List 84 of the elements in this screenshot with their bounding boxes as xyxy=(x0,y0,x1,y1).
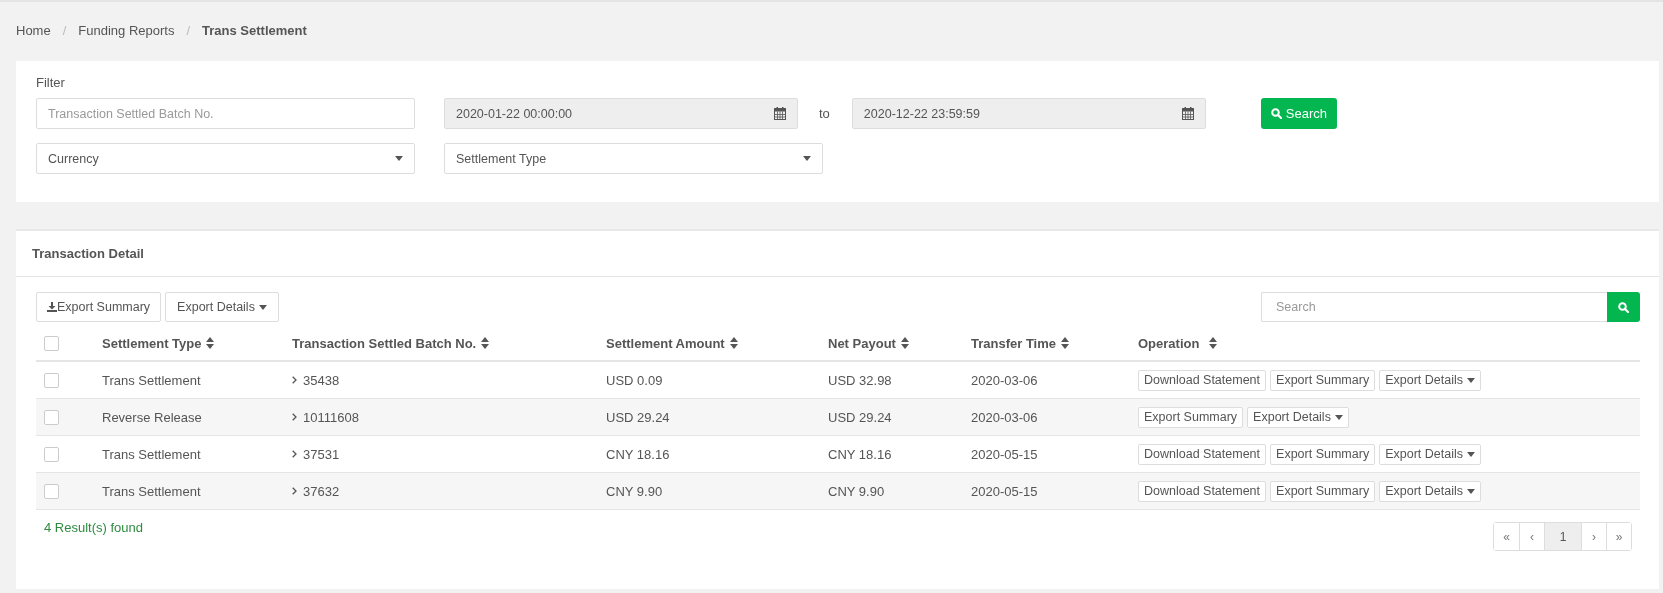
sort-icon xyxy=(481,336,490,349)
operation-dropdown[interactable]: Export Details xyxy=(1379,480,1481,502)
table-cell: Trans Settlement xyxy=(102,446,201,462)
table-cell: Reverse Release xyxy=(102,409,202,425)
operation-button[interactable]: Download Statement xyxy=(1138,369,1267,391)
to-label: to xyxy=(819,106,830,121)
batch-number-field[interactable]: Transaction Settled Batch No. xyxy=(36,98,415,129)
search-icon xyxy=(1618,301,1629,313)
breadcrumb-separator: / xyxy=(62,23,67,38)
table-cell: 35438 xyxy=(303,372,340,388)
table-cell: USD 32.98 xyxy=(828,372,892,388)
row-checkbox[interactable] xyxy=(44,447,59,463)
breadcrumb-link[interactable]: Funding Reports xyxy=(78,23,175,38)
caret-icon xyxy=(1466,488,1475,494)
export-summary-button[interactable]: Export Summary xyxy=(36,292,162,322)
table-cell: 2020-03-06 xyxy=(971,372,1038,388)
caret-icon xyxy=(1466,377,1475,383)
caret-icon xyxy=(1334,414,1343,420)
page-button[interactable]: 1 xyxy=(1544,523,1581,550)
table-cell: USD 29.24 xyxy=(606,409,670,425)
column-header[interactable]: Transfer Time xyxy=(963,326,1130,361)
table-cell: CNY 9.90 xyxy=(828,483,885,499)
start-date-field[interactable]: 2020-01-22 00:00:00 xyxy=(444,98,798,129)
search-button[interactable] xyxy=(1607,292,1640,322)
caret-icon xyxy=(1466,451,1475,457)
table-cell: CNY 18.16 xyxy=(606,446,670,462)
operation-button[interactable]: Export Summary xyxy=(1270,369,1376,391)
table-cell: 2020-05-15 xyxy=(971,483,1038,499)
column-header[interactable]: Transaction Settled Batch No. xyxy=(284,326,598,361)
chevron-right-icon xyxy=(292,487,297,496)
row-checkbox[interactable] xyxy=(44,410,59,426)
chevron-right-icon xyxy=(292,413,297,422)
operation-dropdown[interactable]: Export Details xyxy=(1379,369,1481,391)
currency-select[interactable]: Currency xyxy=(36,143,415,174)
caret-icon xyxy=(258,304,267,310)
breadcrumb-current: Trans Settlement xyxy=(202,23,307,38)
caret-icon xyxy=(803,156,811,161)
download-icon xyxy=(47,302,57,312)
sort-icon xyxy=(1061,336,1070,349)
operation-button[interactable]: Export Summary xyxy=(1270,480,1376,502)
calendar-icon xyxy=(774,107,786,120)
table-cell: CNY 9.90 xyxy=(606,483,663,499)
sort-icon xyxy=(1209,336,1218,349)
table-cell: Trans Settlement xyxy=(102,483,201,499)
select-all-checkbox[interactable] xyxy=(44,336,59,352)
column-header[interactable]: Net Payout xyxy=(820,326,963,361)
chevron-right-icon xyxy=(292,376,297,385)
operation-button[interactable]: Export Summary xyxy=(1138,406,1244,428)
table-cell: 2020-05-15 xyxy=(971,446,1038,462)
result-count: 4 Result(s) found xyxy=(44,520,143,535)
export-details-button[interactable]: Export Details xyxy=(165,292,279,322)
caret-icon xyxy=(395,156,403,161)
column-header[interactable]: Settlement Amount xyxy=(598,326,820,361)
sort-icon xyxy=(729,336,738,349)
row-checkbox[interactable] xyxy=(44,484,59,500)
operation-button[interactable]: Download Statement xyxy=(1138,480,1267,502)
filter-title: Filter xyxy=(36,75,65,90)
breadcrumb-separator: / xyxy=(186,23,191,38)
section-title: Transaction Detail xyxy=(32,246,144,261)
settlement-type-select[interactable]: Settlement Type xyxy=(444,143,823,174)
operation-button[interactable]: Download Statement xyxy=(1138,443,1267,465)
column-header[interactable]: Operation xyxy=(1130,326,1640,361)
breadcrumb-link[interactable]: Home xyxy=(16,23,51,38)
operation-button[interactable]: Export Summary xyxy=(1270,443,1376,465)
column-header[interactable]: Settlement Type xyxy=(94,326,284,361)
table-cell: 37632 xyxy=(303,483,340,499)
table-cell: 2020-03-06 xyxy=(971,409,1038,425)
end-date-field[interactable]: 2020-12-22 23:59:59 xyxy=(851,98,1206,129)
row-checkbox[interactable] xyxy=(44,373,59,389)
table-cell: USD 29.24 xyxy=(828,409,892,425)
table-cell: 37531 xyxy=(303,446,340,462)
operation-dropdown[interactable]: Export Details xyxy=(1247,406,1349,428)
table-cell: USD 0.09 xyxy=(606,372,663,388)
sort-icon xyxy=(900,336,909,349)
chevron-right-icon xyxy=(292,450,297,459)
search-icon xyxy=(1270,108,1282,119)
search-field[interactable]: Search xyxy=(1261,292,1607,322)
table-cell: CNY 18.16 xyxy=(828,446,892,462)
table-cell: Trans Settlement xyxy=(102,372,201,388)
table-cell: 10111608 xyxy=(303,409,359,425)
calendar-icon xyxy=(1181,107,1194,120)
sort-icon xyxy=(206,336,215,349)
pager-button[interactable]: » xyxy=(1606,523,1631,550)
operation-dropdown[interactable]: Export Details xyxy=(1379,443,1481,465)
